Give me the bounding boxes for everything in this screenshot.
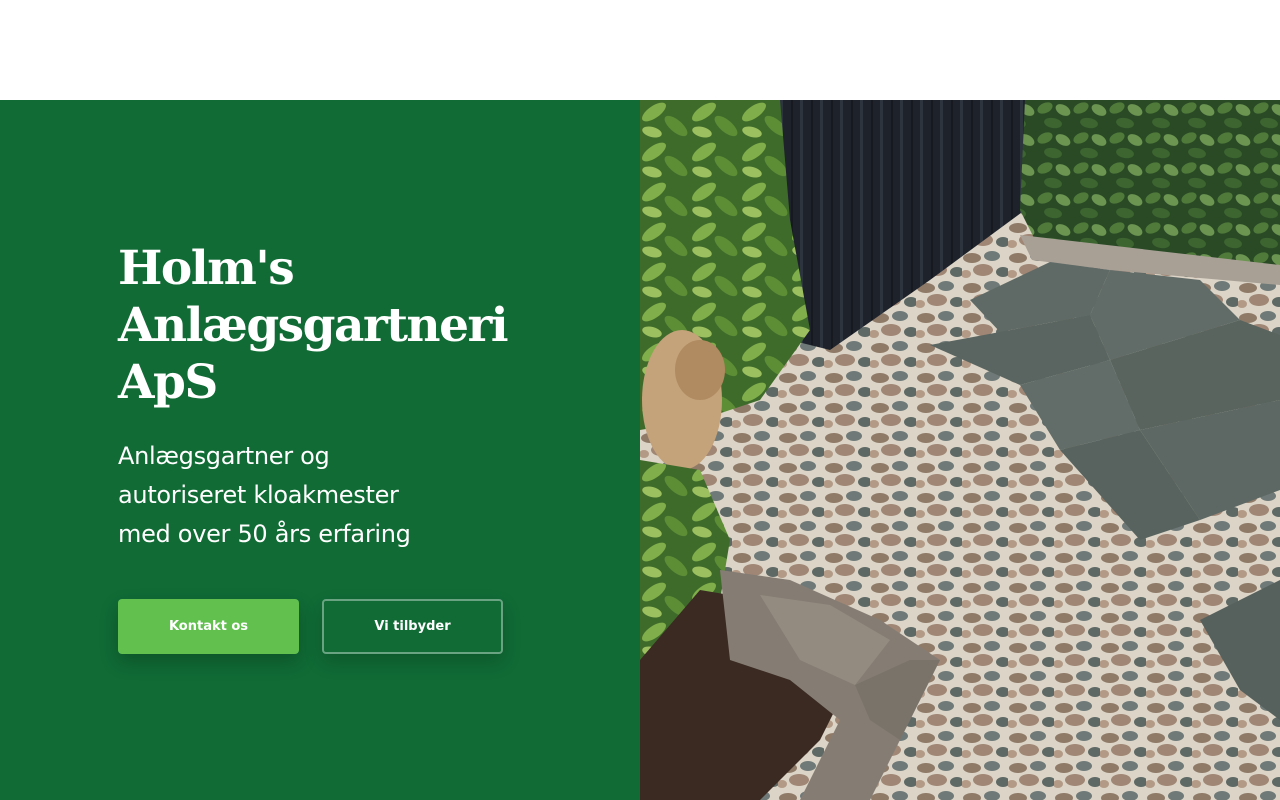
garden-path-photo [640,100,1280,800]
hero-subtitle-line-3: med over 50 års erfaring [118,520,411,548]
services-button[interactable]: Vi tilbyder [322,599,503,654]
hero-panel: Holm's Anlægsgartneri ApS Anlægsgartner … [0,100,640,800]
hero-title: Holm's Anlægsgartneri ApS [118,240,538,411]
hero-subtitle-line-1: Anlægsgartner og [118,442,330,470]
site-header [0,0,1280,100]
hero-content: Holm's Anlægsgartneri ApS Anlægsgartner … [118,240,538,554]
hero-title-line-1: Holm's [118,241,295,296]
hero-title-line-2: Anlægsgartneri [118,298,509,353]
hero-title-line-3: ApS [118,355,218,410]
hero-subtitle-line-2: autoriseret kloakmester [118,481,399,509]
hero-subtitle: Anlægsgartner og autoriseret kloakmester… [118,437,458,554]
hero-image [640,100,1280,800]
contact-button[interactable]: Kontakt os [118,599,299,654]
